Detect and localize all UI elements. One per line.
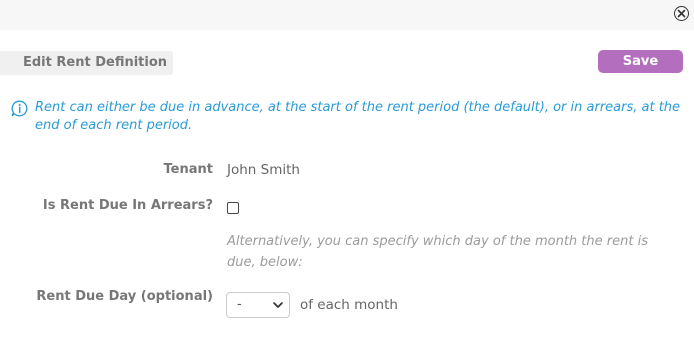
due-day-select[interactable]: - [226, 292, 290, 318]
due-day-label: Rent Due Day (optional) [36, 289, 213, 304]
due-day-hint: Alternatively, you can specify which day… [227, 234, 648, 270]
due-day-suffix: of each month [300, 297, 398, 313]
save-button[interactable]: Save [598, 50, 683, 73]
top-bar [0, 0, 694, 30]
tenant-label: Tenant [163, 162, 213, 177]
close-icon [677, 9, 686, 18]
chevron-down-icon [273, 302, 283, 308]
arrears-label: Is Rent Due In Arrears? [42, 198, 213, 213]
due-day-select-value: - [237, 297, 242, 312]
info-icon [11, 100, 28, 117]
info-message: Rent can either be due in advance, at th… [35, 100, 681, 133]
arrears-checkbox[interactable] [227, 202, 239, 214]
tenant-value: John Smith [227, 162, 300, 178]
close-button[interactable] [674, 6, 689, 21]
dialog-title: Edit Rent Definition [0, 51, 173, 75]
